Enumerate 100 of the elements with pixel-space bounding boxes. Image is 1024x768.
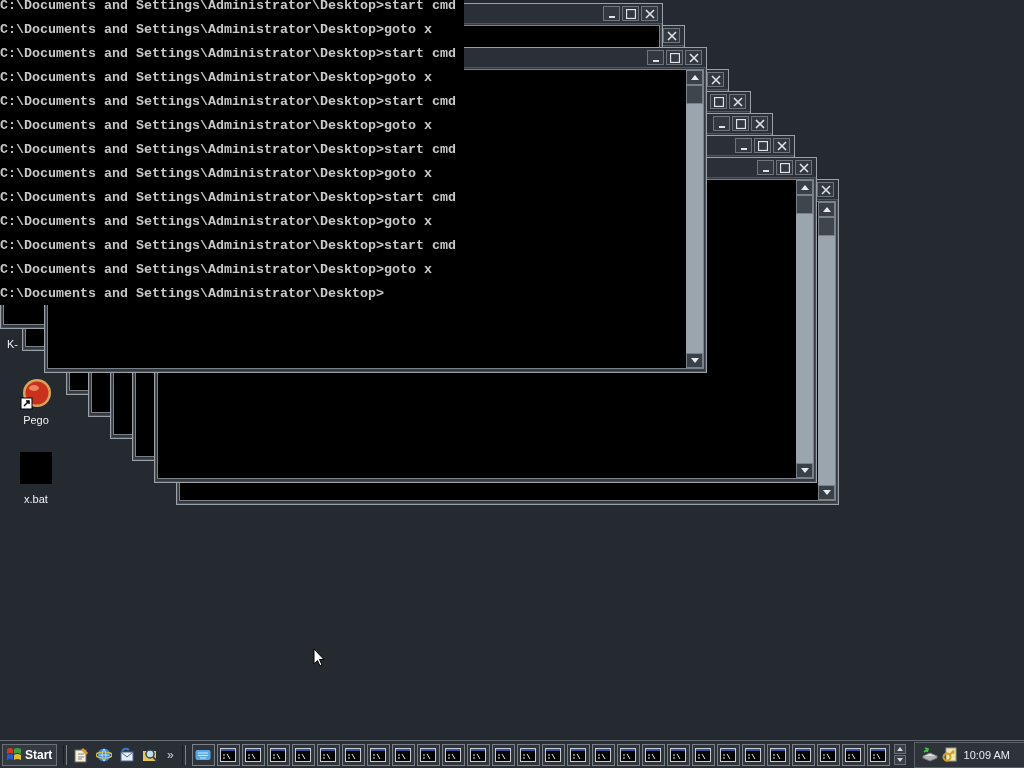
close-button[interactable] <box>817 182 834 197</box>
taskbar-button[interactable] <box>666 743 690 766</box>
taskbar-button[interactable] <box>366 743 390 766</box>
scroll-up-button[interactable] <box>686 70 703 85</box>
console-icon <box>820 747 837 762</box>
console-icon <box>770 747 787 762</box>
taskbar-button[interactable] <box>466 743 490 766</box>
up-arrow-icon <box>896 747 903 751</box>
scroll-up-button[interactable] <box>796 180 813 195</box>
maximize-button[interactable] <box>732 116 749 131</box>
console-icon <box>620 747 637 762</box>
icon-label[interactable]: x.bat <box>24 493 48 506</box>
start-button[interactable]: Start <box>2 743 57 766</box>
taskbar-button[interactable] <box>716 743 740 766</box>
taskbar-button[interactable] <box>316 743 340 766</box>
down-arrow-icon <box>896 758 903 762</box>
globe-icon[interactable] <box>96 746 112 763</box>
maximize-button[interactable] <box>710 94 727 109</box>
maximize-button[interactable] <box>776 160 793 175</box>
scroll-thumb[interactable] <box>796 195 813 214</box>
console-icon <box>395 747 412 762</box>
key-icon[interactable] <box>940 746 957 763</box>
minimize-button[interactable] <box>735 138 752 153</box>
minimize-button[interactable] <box>757 160 774 175</box>
page-icon[interactable] <box>73 746 89 763</box>
close-button[interactable] <box>729 94 746 109</box>
envelope-icon[interactable] <box>119 746 135 763</box>
taskbar-button[interactable] <box>866 743 890 766</box>
close-button[interactable] <box>641 6 658 21</box>
taskbar-button[interactable] <box>291 743 315 766</box>
computer-icon[interactable] <box>920 746 939 763</box>
taskbar-button[interactable] <box>791 743 815 766</box>
close-icon <box>798 162 809 173</box>
maximize-icon <box>625 8 636 19</box>
taskbar-button[interactable] <box>266 743 290 766</box>
taskbar-button[interactable] <box>391 743 415 766</box>
icon-label: K- <box>7 338 18 351</box>
scroll-down-button[interactable] <box>796 463 813 478</box>
console-line: C:\Documents and Settings\Administrator\Desktop>start cmd <box>0 189 457 207</box>
minimize-icon <box>652 60 659 62</box>
console-icon <box>845 747 862 762</box>
taskbar-button[interactable] <box>841 743 865 766</box>
taskbar-button[interactable] <box>641 743 665 766</box>
keyboard-icon <box>195 748 212 761</box>
minimize-button[interactable] <box>603 6 620 21</box>
taskbar-button[interactable] <box>516 743 540 766</box>
app-icon[interactable] <box>20 378 52 410</box>
close-button[interactable] <box>685 50 702 65</box>
maximize-button[interactable] <box>754 138 771 153</box>
console-icon <box>295 747 312 762</box>
taskbar-button[interactable] <box>241 743 265 766</box>
taskbar-button[interactable] <box>491 743 515 766</box>
icon-label[interactable]: Pego <box>23 414 49 427</box>
taskbar-button[interactable] <box>566 743 590 766</box>
search-icon[interactable] <box>142 746 158 763</box>
console-icon <box>570 747 587 762</box>
minimize-button[interactable] <box>713 116 730 131</box>
scrollbar[interactable] <box>818 202 835 500</box>
scroll-up-button[interactable] <box>893 744 906 754</box>
console-icon <box>470 747 487 762</box>
console-icon <box>220 747 237 762</box>
console-icon <box>370 747 387 762</box>
taskbar-button[interactable] <box>691 743 715 766</box>
taskbar-button[interactable] <box>216 743 240 766</box>
taskbar-button[interactable] <box>341 743 365 766</box>
taskbar-button[interactable] <box>191 743 215 766</box>
close-button[interactable] <box>751 116 768 131</box>
scroll-thumb[interactable] <box>686 85 703 104</box>
scroll-down-button[interactable] <box>686 353 703 368</box>
taskbar-button[interactable] <box>541 743 565 766</box>
up-arrow-icon <box>822 207 831 212</box>
console-line: C:\Documents and Settings\Administrator\Desktop>goto x <box>0 69 433 87</box>
taskbar-button[interactable] <box>591 743 615 766</box>
console-icon <box>345 747 362 762</box>
scrollbar[interactable] <box>686 70 703 368</box>
taskbar-button[interactable] <box>766 743 790 766</box>
scroll-up-button[interactable] <box>818 202 835 217</box>
minimize-button[interactable] <box>647 50 664 65</box>
taskbar-button[interactable] <box>741 743 765 766</box>
console-line: C:\Documents and Settings\Administrator\Desktop>goto x <box>0 261 433 279</box>
close-button[interactable] <box>795 160 812 175</box>
scroll-down-button[interactable] <box>818 485 835 500</box>
close-button[interactable] <box>773 138 790 153</box>
more-button[interactable]: » <box>165 747 176 762</box>
console-icon <box>520 747 537 762</box>
close-button[interactable] <box>663 28 680 43</box>
console-line: C:\Documents and Settings\Administrator\Desktop>start cmd <box>0 0 457 15</box>
close-icon <box>688 52 699 63</box>
taskbar-button[interactable] <box>816 743 840 766</box>
maximize-button[interactable] <box>666 50 683 65</box>
scroll-down-button[interactable] <box>893 755 906 765</box>
taskbar-button[interactable] <box>416 743 440 766</box>
taskbar-button[interactable] <box>616 743 640 766</box>
maximize-button[interactable] <box>622 6 639 21</box>
console-line: C:\Documents and Settings\Administrator\Desktop>start cmd <box>0 45 457 63</box>
close-icon <box>666 30 677 41</box>
close-button[interactable] <box>707 72 724 87</box>
scrollbar[interactable] <box>796 180 813 478</box>
scroll-thumb[interactable] <box>818 217 835 236</box>
taskbar-button[interactable] <box>441 743 465 766</box>
